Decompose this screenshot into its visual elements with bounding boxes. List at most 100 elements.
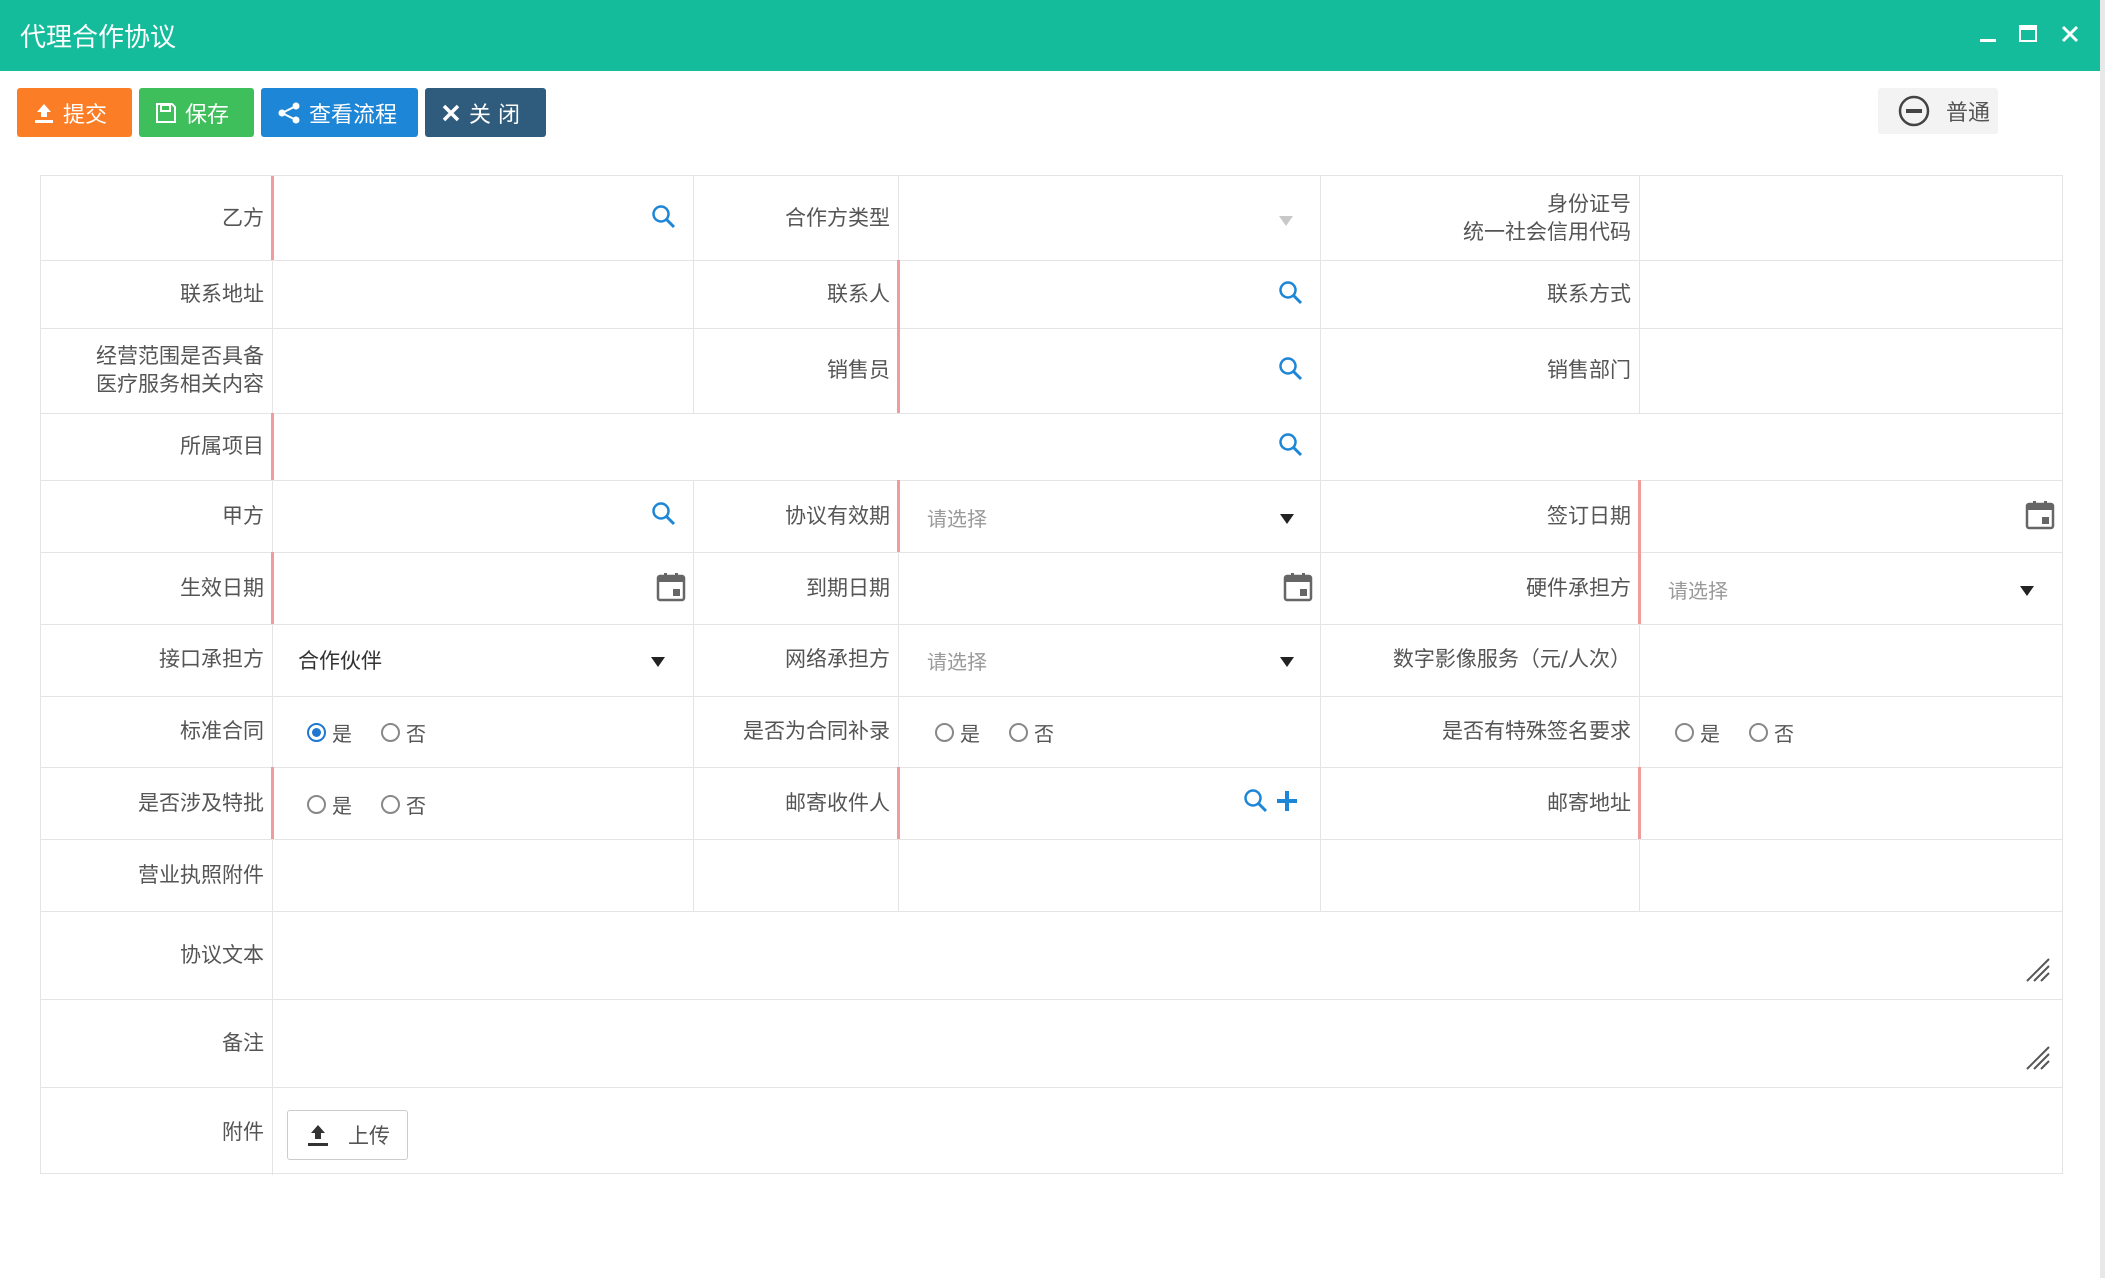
radio-label: 否: [1774, 722, 1794, 746]
validity-label: 协议有效期: [785, 504, 890, 528]
special-signature-label: 是否有特殊签名要求: [1442, 719, 1631, 743]
save-label: 保存: [185, 102, 230, 128]
upload-button[interactable]: 上传: [287, 1110, 408, 1160]
radio-icon: [1009, 723, 1028, 742]
resize-handle-icon[interactable]: [2025, 957, 2051, 987]
close-x-icon: [442, 104, 460, 121]
radio-label: 是: [960, 722, 980, 746]
radio-icon: [1749, 723, 1768, 742]
search-icon[interactable]: [651, 501, 677, 531]
chevron-down-icon[interactable]: [2019, 582, 2035, 601]
calendar-icon[interactable]: [2025, 500, 2055, 534]
party-a-label: 甲方: [222, 504, 264, 528]
minus-circle-icon: [1898, 95, 1930, 127]
search-icon[interactable]: [1278, 280, 1304, 310]
search-icon[interactable]: [1278, 356, 1304, 386]
radio-icon: [381, 723, 400, 742]
digital-image-label: 数字影像服务（元/人次）: [1392, 647, 1631, 671]
search-icon[interactable]: [651, 204, 677, 234]
supplement-no-radio[interactable]: 否: [1009, 718, 1054, 747]
save-button[interactable]: 保存: [139, 88, 254, 137]
upload-label: 上传: [348, 1124, 390, 1148]
medical-service-label: 医疗服务相关内容: [96, 372, 264, 396]
calendar-icon[interactable]: [1283, 572, 1313, 606]
effective-date-label: 生效日期: [180, 576, 264, 600]
mail-address-label: 邮寄地址: [1547, 791, 1631, 815]
resize-handle-icon[interactable]: [2025, 1045, 2051, 1075]
radio-icon: [1675, 723, 1694, 742]
submit-button[interactable]: 提交: [17, 88, 132, 137]
supplement-label: 是否为合同补录: [743, 719, 890, 743]
radio-label: 是: [332, 722, 352, 746]
supplement-yes-radio[interactable]: 是: [935, 718, 980, 747]
maximize-icon[interactable]: [2010, 18, 2046, 54]
hardware-select[interactable]: 请选择: [1668, 575, 1728, 604]
signature-no-radio[interactable]: 否: [1749, 718, 1794, 747]
standard-no-radio[interactable]: 否: [381, 718, 426, 747]
view-flow-label: 查看流程: [309, 102, 398, 128]
radio-label: 是: [1700, 722, 1720, 746]
chevron-down-icon[interactable]: [1279, 510, 1295, 529]
add-icon[interactable]: [1275, 789, 1299, 817]
approval-no-radio[interactable]: 否: [381, 790, 426, 819]
interface-bearer-label: 接口承担方: [159, 647, 264, 671]
radio-icon: [935, 723, 954, 742]
priority-indicator[interactable]: 普通: [1878, 88, 1998, 134]
sales-dept-label: 销售部门: [1547, 358, 1631, 382]
scrollbar-track[interactable]: [2100, 0, 2105, 1278]
radio-label: 否: [1034, 722, 1054, 746]
close-label: 关 闭: [469, 102, 520, 128]
contact-address-label: 联系地址: [180, 282, 264, 306]
validity-select[interactable]: 请选择: [927, 503, 987, 532]
upload-icon: [308, 1125, 328, 1146]
upload-icon: [35, 103, 53, 123]
contact-person-label: 联系人: [827, 282, 890, 306]
party-b-label: 乙方: [222, 206, 264, 230]
business-license-label: 营业执照附件: [138, 863, 264, 887]
share-icon: [278, 102, 300, 123]
attachment-label: 附件: [222, 1120, 264, 1144]
remarks-label: 备注: [222, 1031, 264, 1055]
chevron-down-icon[interactable]: [1279, 653, 1295, 672]
business-scope-label: 经营范围是否具备: [96, 344, 264, 368]
interface-select[interactable]: 合作伙伴: [298, 645, 382, 675]
network-select[interactable]: 请选择: [927, 646, 987, 675]
radio-label: 否: [406, 794, 426, 818]
close-button[interactable]: 关 闭: [425, 88, 546, 137]
network-bearer-label: 网络承担方: [785, 647, 890, 671]
sign-date-label: 签订日期: [1547, 504, 1631, 528]
standard-contract-label: 标准合同: [180, 719, 264, 743]
view-flow-button[interactable]: 查看流程: [261, 88, 418, 137]
minimize-icon[interactable]: [1970, 18, 2006, 54]
partner-type-label: 合作方类型: [785, 206, 890, 230]
contact-method-label: 联系方式: [1547, 282, 1631, 306]
window-title: 代理合作协议: [20, 23, 177, 53]
agreement-form: 乙方 合作方类型 身份证号 统一社会信用代码 联系地址 联系人 联系方式 经营范…: [40, 175, 2063, 1175]
mail-recipient-label: 邮寄收件人: [785, 791, 890, 815]
radio-icon: [381, 795, 400, 814]
chevron-down-icon[interactable]: [1278, 212, 1294, 231]
close-icon[interactable]: [2052, 18, 2088, 54]
agreement-text-label: 协议文本: [180, 943, 264, 967]
radio-icon: [307, 795, 326, 814]
standard-yes-radio[interactable]: 是: [307, 718, 352, 747]
approval-yes-radio[interactable]: 是: [307, 790, 352, 819]
title-bar: 代理合作协议: [0, 0, 2102, 71]
expiry-date-label: 到期日期: [806, 576, 890, 600]
radio-label: 是: [332, 794, 352, 818]
submit-label: 提交: [63, 102, 108, 128]
credit-code-label: 统一社会信用代码: [1463, 220, 1631, 244]
radio-checked-icon: [307, 723, 326, 742]
hardware-bearer-label: 硬件承担方: [1526, 576, 1631, 600]
id-number-label: 身份证号: [1547, 192, 1631, 216]
salesperson-label: 销售员: [827, 358, 890, 382]
signature-yes-radio[interactable]: 是: [1675, 718, 1720, 747]
project-label: 所属项目: [180, 434, 264, 458]
save-icon: [156, 102, 176, 123]
special-approval-label: 是否涉及特批: [138, 791, 264, 815]
radio-label: 否: [406, 722, 426, 746]
search-icon[interactable]: [1278, 432, 1304, 462]
calendar-icon[interactable]: [656, 572, 686, 606]
search-icon[interactable]: [1243, 788, 1269, 818]
chevron-down-icon[interactable]: [650, 653, 666, 672]
